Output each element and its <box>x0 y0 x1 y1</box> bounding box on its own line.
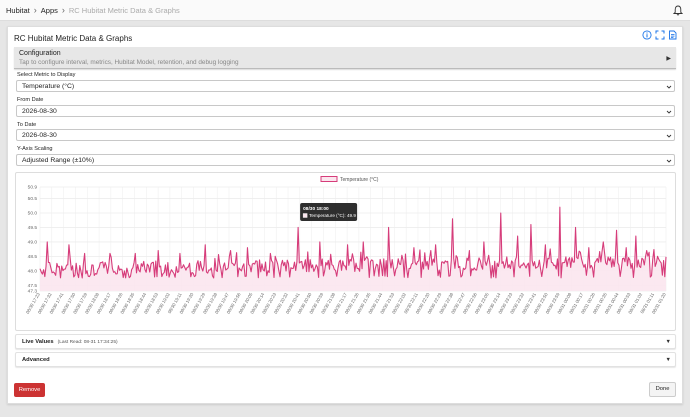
tooltip-value: Temperature (°C): 49.9 <box>309 213 356 218</box>
from-date-select[interactable]: 2026-08-30 <box>16 105 675 117</box>
info-icon[interactable] <box>642 30 652 40</box>
live-values-last-read: (Last Read: 08-31 17:34:25) <box>57 340 118 345</box>
chart-card: Temperature (°C) 50.9 50.5 50.0 49.5 49.0 48.5… <box>15 172 676 331</box>
chevron-down-icon <box>666 134 672 138</box>
tooltip-box <box>300 203 358 221</box>
tooltip-title: 08/30 18:00 <box>303 206 329 212</box>
breadcrumb-home[interactable]: Hubitat <box>6 6 30 15</box>
from-date-label: From Date <box>17 97 44 103</box>
y-tick-label: 50.5 <box>28 196 38 202</box>
legend-swatch <box>320 176 338 182</box>
y-tick-label: 50.0 <box>28 211 38 217</box>
done-button[interactable]: Done <box>649 382 676 397</box>
chart-legend[interactable]: Temperature (°C) <box>320 176 379 184</box>
y-tick-label: 49.5 <box>28 225 38 231</box>
chevron-down-icon: ▼ <box>665 357 671 363</box>
metric-select[interactable]: Temperature (°C) <box>16 80 675 92</box>
metric-select-value: Temperature (°C) <box>22 83 75 90</box>
from-date-value: 2026-08-30 <box>22 108 57 115</box>
chevron-down-icon <box>666 85 672 89</box>
y-tick-label: 49.0 <box>28 239 38 245</box>
advanced-accordion[interactable]: Advanced ▼ <box>15 352 676 367</box>
y-axis-scaling-select[interactable]: Adjusted Range (±10%) <box>16 154 675 166</box>
y-axis-scaling-value: Adjusted Range (±10%) <box>22 157 95 164</box>
y-tick-label: 48.0 <box>28 268 38 274</box>
app-doc-icon[interactable] <box>668 30 678 40</box>
y-tick-label: 50.9 <box>28 185 38 191</box>
live-values-accordion[interactable]: Live Values (Last Read: 08-31 17:34:25) ▼ <box>15 334 676 349</box>
chart-tooltip: 08/30 18:00Temperature (°C): 49.9 <box>300 203 358 221</box>
configuration-title: Configuration <box>19 50 61 57</box>
chevron-right-icon: ▶ <box>666 56 671 62</box>
configuration-subtitle: Tap to configure interval, metrics, Hubi… <box>19 59 239 66</box>
chevron-down-icon <box>666 159 672 163</box>
app-page: RC Hubitat Metric Data & Graphs Configur… <box>7 26 683 404</box>
to-date-label: To Date <box>17 122 37 128</box>
advanced-title: Advanced <box>22 357 50 363</box>
tooltip-swatch <box>302 213 308 218</box>
live-values-title: Live Values <box>22 339 54 345</box>
breadcrumb-separator-icon: › <box>33 4 37 15</box>
bell-icon[interactable] <box>672 5 684 18</box>
metric-label: Select Metric to Display <box>17 72 76 78</box>
app-title: RC Hubitat Metric Data & Graphs <box>14 34 133 43</box>
configuration-panel[interactable]: Configuration Tap to configure interval,… <box>14 47 676 69</box>
remove-button[interactable]: Remove <box>14 383 45 397</box>
y-axis-scaling-label: Y-Axis Scaling <box>17 146 53 152</box>
breadcrumb: Hubitat › Apps › RC Hubitat Metric Data … <box>0 4 180 15</box>
legend-label: Temperature (°C) <box>340 177 379 183</box>
breadcrumb-apps[interactable]: Apps <box>41 6 58 15</box>
fullscreen-icon[interactable] <box>655 30 665 40</box>
header-icons <box>642 30 678 40</box>
y-tick-label: 48.5 <box>28 254 38 260</box>
breadcrumb-separator-icon: › <box>61 4 65 15</box>
chevron-down-icon: ▼ <box>665 339 671 345</box>
breadcrumb-current: RC Hubitat Metric Data & Graphs <box>68 5 180 15</box>
to-date-select[interactable]: 2026-08-30 <box>16 129 675 141</box>
top-bar: Hubitat › Apps › RC Hubitat Metric Data … <box>0 0 690 21</box>
chevron-down-icon <box>666 110 672 114</box>
y-tick-label: 47.5 <box>28 283 38 289</box>
temperature-chart[interactable]: Temperature (°C) 50.9 50.5 50.0 49.5 49.0 48.5… <box>16 173 675 330</box>
to-date-value: 2026-08-30 <box>22 132 57 139</box>
